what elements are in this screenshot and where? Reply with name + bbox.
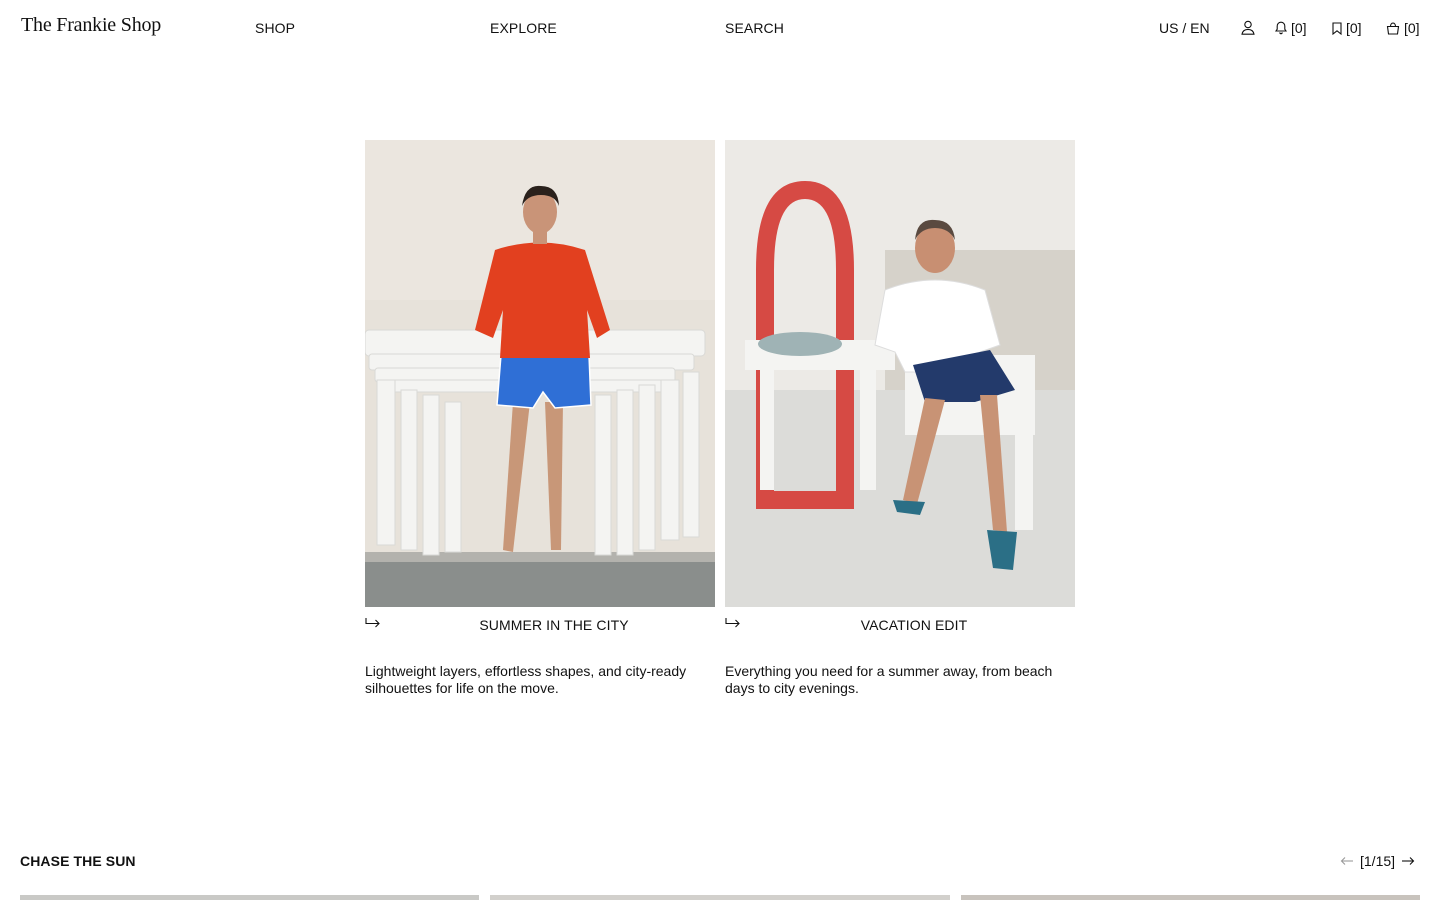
account-button[interactable] <box>1241 20 1255 35</box>
locale-selector[interactable]: US / EN <box>1159 20 1210 36</box>
card-description: Lightweight layers, effortless shapes, a… <box>365 663 687 696</box>
bag-count: [0] <box>1404 20 1420 36</box>
bookmark-icon <box>1332 21 1342 35</box>
card-title: VACATION EDIT <box>860 617 968 633</box>
carousel-item-image[interactable] <box>961 895 1420 900</box>
site-logo[interactable]: The Frankie Shop <box>21 14 161 37</box>
nav-search[interactable]: SEARCH <box>725 20 784 36</box>
bag-button[interactable]: [0] <box>1386 20 1420 36</box>
summer-in-the-city-link[interactable]: SUMMER IN THE CITY <box>365 607 715 643</box>
summer-in-the-city-image[interactable] <box>365 140 715 607</box>
editorial-card-summer: SUMMER IN THE CITY Lightweight layers, e… <box>365 140 715 697</box>
card-title: SUMMER IN THE CITY <box>479 617 629 633</box>
bell-icon <box>1275 21 1287 35</box>
arrow-left-icon[interactable] <box>1340 856 1354 866</box>
editorial-card-vacation: VACATION EDIT Everything you need for a … <box>725 140 1075 697</box>
vacation-edit-image[interactable] <box>725 140 1075 607</box>
notifications-count: [0] <box>1291 20 1307 36</box>
card-description: Everything you need for a summer away, f… <box>725 663 1053 696</box>
wishlist-count: [0] <box>1346 20 1362 36</box>
site-header: The Frankie Shop SHOP EXPLORE SEARCH US … <box>0 0 1440 56</box>
nav-explore[interactable]: EXPLORE <box>490 20 557 36</box>
carousel-pager: [1/15] <box>1340 853 1415 869</box>
vacation-edit-link[interactable]: VACATION EDIT <box>725 607 1075 643</box>
carousel-counter: [1/15] <box>1360 853 1396 869</box>
carousel-title: CHASE THE SUN <box>20 853 136 869</box>
bag-icon <box>1386 22 1400 35</box>
carousel-item-image[interactable] <box>20 895 479 900</box>
arrow-right-icon[interactable] <box>1401 856 1415 866</box>
man-poolside-photo <box>725 140 1075 607</box>
notifications-button[interactable]: [0] <box>1275 20 1307 36</box>
carousel-item-image[interactable] <box>490 895 950 900</box>
user-icon <box>1241 20 1255 35</box>
nav-shop[interactable]: SHOP <box>255 20 295 36</box>
wishlist-button[interactable]: [0] <box>1332 20 1362 36</box>
woman-red-jacket-photo <box>365 140 715 607</box>
